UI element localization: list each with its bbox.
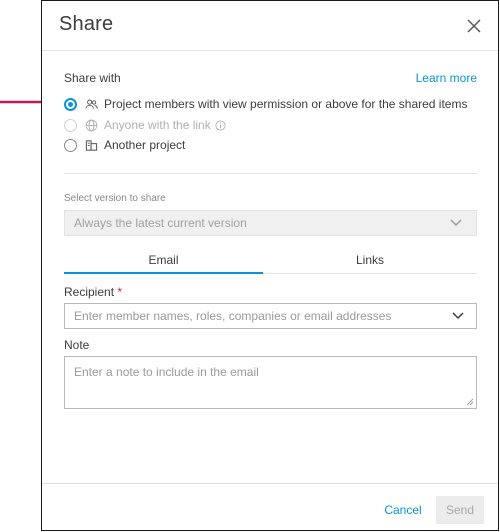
version-value: Always the latest current version xyxy=(74,216,247,230)
note-label: Note xyxy=(64,338,90,352)
info-icon[interactable] xyxy=(215,119,226,131)
globe-icon xyxy=(85,119,98,131)
recipient-label: Recipient * xyxy=(64,285,122,299)
share-option-label: Anyone with the link xyxy=(104,118,211,132)
share-option-anyone-with-link: Anyone with the link xyxy=(64,116,226,134)
radio-anyone-with-link xyxy=(64,118,77,132)
learn-more-link[interactable]: Learn more xyxy=(416,71,477,85)
stage: Share Share with Learn more Project memb… xyxy=(0,0,500,532)
chevron-down-icon[interactable] xyxy=(452,312,464,320)
share-option-label: Another project xyxy=(104,138,186,152)
dialog-title: Share xyxy=(59,13,114,35)
note-placeholder: Enter a note to include in the email xyxy=(74,365,259,379)
dialog-footer: Cancel Send xyxy=(42,483,498,531)
chevron-down-icon xyxy=(450,219,462,226)
cancel-button[interactable]: Cancel xyxy=(374,498,432,522)
share-option-label: Project members with view permission or … xyxy=(104,97,468,111)
project-icon xyxy=(85,139,98,151)
people-icon xyxy=(85,99,98,109)
version-select: Always the latest current version xyxy=(64,210,477,236)
share-option-project-members[interactable]: Project members with view permission or … xyxy=(64,95,467,113)
share-option-another-project[interactable]: Another project xyxy=(64,136,185,154)
resize-grip-icon[interactable] xyxy=(466,398,474,406)
note-textarea[interactable]: Enter a note to include in the email xyxy=(64,356,477,409)
recipient-label-text: Recipient xyxy=(64,285,115,299)
tab-email[interactable]: Email xyxy=(64,249,263,274)
send-button: Send xyxy=(436,496,484,524)
required-mark: * xyxy=(117,285,123,299)
tab-links[interactable]: Links xyxy=(263,249,477,274)
share-dialog: Share Share with Learn more Project memb… xyxy=(41,0,499,531)
radio-another-project[interactable] xyxy=(64,138,77,152)
divider xyxy=(64,173,477,174)
close-icon[interactable] xyxy=(466,18,482,34)
version-label: Select version to share xyxy=(64,193,166,204)
dialog-header: Share xyxy=(42,1,498,51)
recipient-input[interactable]: Enter member names, roles, companies or … xyxy=(64,303,477,329)
share-tabs: Email Links xyxy=(64,249,477,274)
recipient-placeholder: Enter member names, roles, companies or … xyxy=(74,309,392,323)
share-with-label: Share with xyxy=(64,71,121,85)
radio-project-members[interactable] xyxy=(64,97,77,111)
